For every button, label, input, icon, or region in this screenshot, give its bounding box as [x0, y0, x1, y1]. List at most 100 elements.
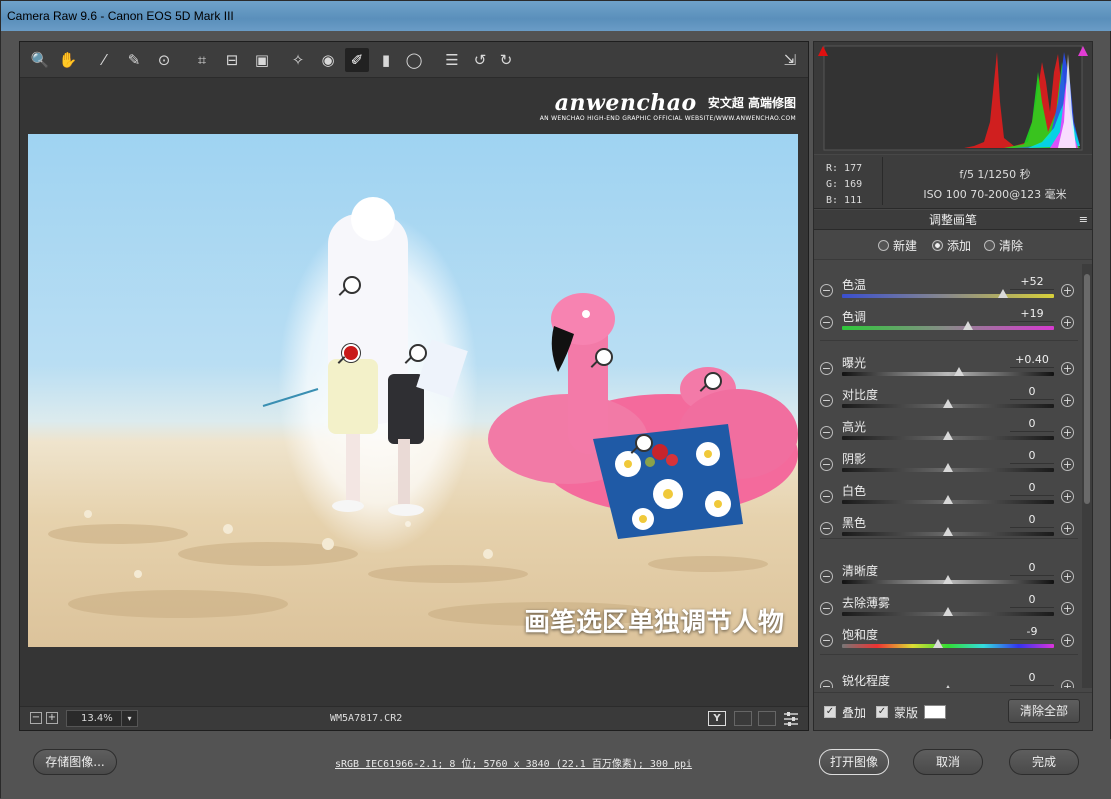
before-after-button[interactable]: Y [708, 711, 726, 726]
increase-icon[interactable]: + [1061, 570, 1074, 583]
increase-icon[interactable]: + [1061, 316, 1074, 329]
slider-value[interactable]: 0 [1010, 513, 1054, 528]
slider-value[interactable]: -9 [1010, 625, 1054, 640]
increase-icon[interactable]: + [1061, 426, 1074, 439]
slider-value[interactable]: +52 [1010, 275, 1054, 290]
rotate-left-icon[interactable]: ↺ [468, 48, 492, 72]
slider-thumb[interactable] [998, 289, 1009, 298]
mask-color-swatch[interactable] [924, 705, 946, 719]
increase-icon[interactable]: + [1061, 394, 1074, 407]
cancel-button[interactable]: 取消 [913, 749, 983, 775]
increase-icon[interactable]: + [1061, 680, 1074, 688]
panel-scrollbar[interactable] [1082, 264, 1092, 688]
slider-thumb[interactable] [943, 527, 953, 536]
brush-pin[interactable] [595, 348, 613, 366]
slider-value[interactable]: 0 [1010, 481, 1054, 496]
scrollbar-thumb[interactable] [1084, 274, 1090, 504]
image-preview[interactable]: 画笔选区单独调节人物 [28, 134, 798, 647]
slider-thumb[interactable] [963, 321, 974, 330]
transform-icon[interactable]: ▣ [250, 48, 274, 72]
brush-pin[interactable] [704, 372, 722, 390]
zoom-icon[interactable]: 🔍 [28, 48, 52, 72]
increase-icon[interactable]: + [1061, 362, 1074, 375]
decrease-icon[interactable]: − [820, 522, 833, 535]
swap-settings-icon[interactable] [734, 711, 752, 726]
increase-icon[interactable]: + [1061, 634, 1074, 647]
mask-checkbox[interactable]: ✓ [876, 706, 888, 718]
decrease-icon[interactable]: − [820, 362, 833, 375]
slider-thumb[interactable] [943, 463, 953, 472]
increase-icon[interactable]: + [1061, 490, 1074, 503]
adjustment-brush-icon[interactable]: ✐ [345, 48, 369, 72]
decrease-icon[interactable]: − [820, 426, 833, 439]
shadow-clipping-warning-icon[interactable] [816, 44, 830, 58]
increase-icon[interactable]: + [1061, 602, 1074, 615]
straighten-icon[interactable]: ⊟ [220, 48, 244, 72]
slider-track[interactable] [842, 372, 1054, 376]
settings-sliders-icon[interactable] [782, 710, 800, 727]
zoom-level-select[interactable]: 13.4% ▾ [66, 710, 138, 727]
open-image-button[interactable]: 打开图像 [819, 749, 889, 775]
slider-value[interactable]: 0 [1010, 671, 1054, 686]
rotate-right-icon[interactable]: ↻ [494, 48, 518, 72]
slider-thumb[interactable] [943, 575, 953, 584]
zoom-out-button[interactable]: − [30, 712, 42, 724]
slider-thumb[interactable] [943, 431, 953, 440]
graduated-filter-icon[interactable]: ▮ [374, 48, 398, 72]
overlay-checkbox[interactable]: ✓ [824, 706, 836, 718]
slider-thumb[interactable] [943, 495, 953, 504]
crop-icon[interactable]: ⌗ [190, 48, 214, 72]
decrease-icon[interactable]: − [820, 458, 833, 471]
color-sampler-icon[interactable]: ✎ [122, 48, 146, 72]
done-button[interactable]: 完成 [1009, 749, 1079, 775]
slider-track[interactable] [842, 294, 1054, 298]
radial-filter-icon[interactable]: ◯ [402, 48, 426, 72]
slider-value[interactable]: 0 [1010, 449, 1054, 464]
zoom-in-button[interactable]: + [46, 712, 58, 724]
panel-menu-icon[interactable]: ≡ [1079, 210, 1088, 230]
slider-value[interactable]: 0 [1010, 417, 1054, 432]
export-icon[interactable]: ⇲ [778, 48, 802, 72]
brush-pin[interactable] [409, 344, 427, 362]
brush-pin[interactable] [635, 434, 653, 452]
red-eye-icon[interactable]: ◉ [316, 48, 340, 72]
slider-thumb[interactable] [943, 685, 953, 688]
decrease-icon[interactable]: − [820, 680, 833, 688]
slider-value[interactable]: 0 [1010, 385, 1054, 400]
spot-removal-icon[interactable]: ✧ [286, 48, 310, 72]
hand-icon[interactable]: ✋ [56, 48, 80, 72]
preferences-icon[interactable]: ☰ [440, 48, 464, 72]
increase-icon[interactable]: + [1061, 458, 1074, 471]
brush-pin[interactable] [343, 276, 361, 294]
increase-icon[interactable]: + [1061, 522, 1074, 535]
decrease-icon[interactable]: − [820, 490, 833, 503]
brush-pin-active[interactable] [342, 344, 360, 362]
highlight-clipping-warning-icon[interactable] [1076, 44, 1090, 58]
slider-value[interactable]: 0 [1010, 561, 1054, 576]
slider-track[interactable] [842, 326, 1054, 330]
slider-thumb[interactable] [943, 607, 953, 616]
slider-value[interactable]: +19 [1010, 307, 1054, 322]
workflow-options-link[interactable]: sRGB IEC61966-2.1; 8 位; 5760 x 3840 (22.… [335, 755, 692, 770]
white-balance-icon[interactable]: ⁄ [92, 48, 116, 72]
clear-all-button[interactable]: 清除全部 [1008, 699, 1080, 723]
slider-value[interactable]: +0.40 [1010, 353, 1054, 368]
decrease-icon[interactable]: − [820, 634, 833, 647]
save-image-button[interactable]: 存储图像... [33, 749, 117, 775]
decrease-icon[interactable]: − [820, 602, 833, 615]
mode-new[interactable]: 新建 [878, 232, 917, 260]
targeted-adjustment-icon[interactable]: ⊙ [152, 48, 176, 72]
slider-thumb[interactable] [953, 367, 964, 376]
decrease-icon[interactable]: − [820, 570, 833, 583]
slider-track[interactable] [842, 644, 1054, 648]
copy-settings-icon[interactable] [758, 711, 776, 726]
decrease-icon[interactable]: − [820, 394, 833, 407]
decrease-icon[interactable]: − [820, 284, 833, 297]
mode-add[interactable]: 添加 [932, 232, 971, 260]
slider-thumb[interactable] [943, 399, 953, 408]
decrease-icon[interactable]: − [820, 316, 833, 329]
slider-value[interactable]: 0 [1010, 593, 1054, 608]
slider-thumb[interactable] [933, 639, 944, 648]
increase-icon[interactable]: + [1061, 284, 1074, 297]
mode-clear[interactable]: 清除 [984, 232, 1023, 260]
